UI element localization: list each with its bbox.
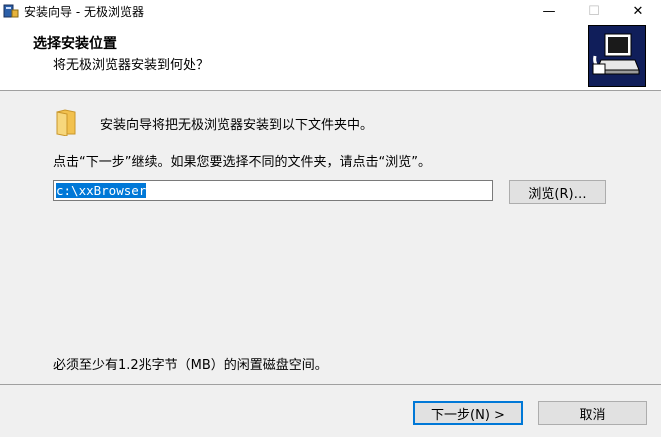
page-title: 选择安装位置 [33,36,117,52]
window-titlebar[interactable]: 安装向导 - 无极浏览器 — ☐ ✕ [0,0,661,22]
window-title: 安装向导 - 无极浏览器 [24,5,144,19]
minimize-button[interactable]: — [526,0,572,22]
cancel-button[interactable]: 取消 [538,401,647,425]
browse-button[interactable]: 浏览(R)… [509,180,606,204]
wizard-header: 选择安装位置 将无极浏览器安装到何处？ [0,22,661,91]
folder-icon [55,108,77,137]
close-button[interactable]: ✕ [615,0,661,22]
install-intro-text: 安装向导将把无极浏览器安装到以下文件夹中。 [100,118,374,133]
install-path-input[interactable]: c:\xxBrowser [53,180,493,201]
disk-space-requirement: 必须至少有1.2兆字节（MB）的闲置磁盘空间。 [53,358,328,373]
install-path-value: c:\xxBrowser [56,183,147,198]
page-subtitle: 将无极浏览器安装到何处？ [53,58,210,73]
instruction-text: 点击“下一步”继续。如果您要选择不同的文件夹，请点击“浏览”。 [53,155,431,170]
next-button[interactable]: 下一步(N) > [413,401,523,425]
maximize-button[interactable]: ☐ [571,0,617,22]
footer-divider [0,384,661,385]
installer-app-icon [3,3,19,19]
computer-install-icon [588,25,646,87]
